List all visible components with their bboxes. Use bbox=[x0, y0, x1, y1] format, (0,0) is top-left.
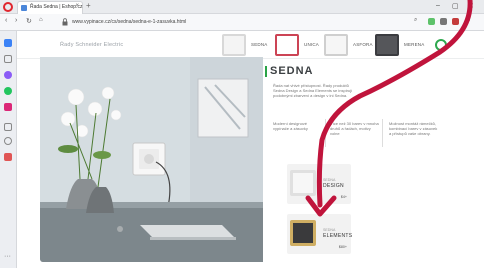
annotation-arrow bbox=[305, 0, 473, 217]
